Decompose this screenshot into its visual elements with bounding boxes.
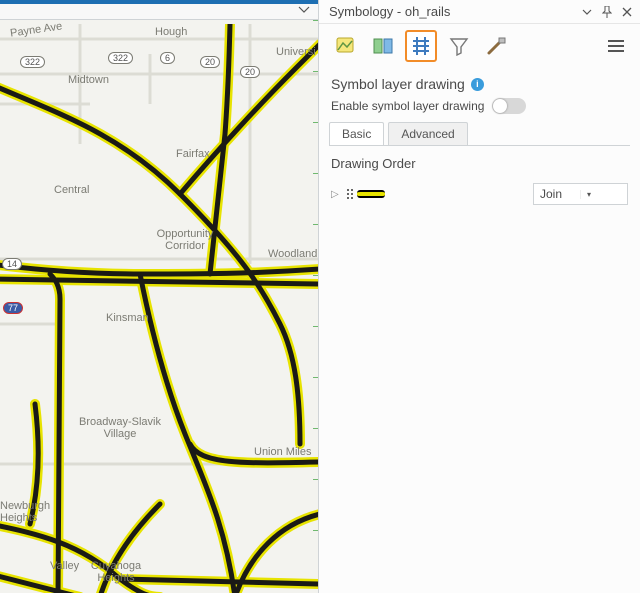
expand-icon[interactable]: ▷ — [331, 189, 339, 200]
drawing-order-title: Drawing Order — [331, 156, 628, 171]
enable-label: Enable symbol layer drawing — [331, 99, 484, 113]
symbol-preview — [357, 190, 385, 198]
close-icon[interactable] — [620, 5, 634, 19]
primary-symbology-button[interactable] — [329, 30, 361, 62]
display-filter-button[interactable] — [443, 30, 475, 62]
chevron-down-icon: ▾ — [580, 190, 627, 199]
advanced-options-button[interactable] — [481, 30, 513, 62]
panel-title: Symbology - oh_rails — [329, 4, 574, 19]
tab-basic[interactable]: Basic — [329, 122, 384, 145]
menu-button[interactable] — [602, 34, 630, 58]
enable-toggle[interactable] — [492, 98, 526, 114]
vary-by-attribute-button[interactable] — [367, 30, 399, 62]
pin-icon[interactable] — [600, 5, 614, 19]
drag-handle-icon[interactable] — [345, 187, 351, 201]
symbology-panel: Symbology - oh_rails Symbol layer drawin… — [318, 0, 640, 593]
chevron-down-icon[interactable] — [580, 5, 594, 19]
map-collapse-bar[interactable] — [0, 0, 318, 20]
tab-strip: Basic Advanced — [319, 122, 640, 145]
symbol-layer-drawing-button[interactable] — [405, 30, 437, 62]
map-canvas — [0, 24, 318, 593]
section-title: Symbol layer drawing — [331, 76, 465, 92]
drawing-order-row: ▷ Join ▾ — [319, 179, 640, 209]
drawing-order-section: Drawing Order — [319, 146, 640, 179]
join-combo-value: Join — [534, 187, 580, 201]
panel-header: Symbology - oh_rails — [319, 0, 640, 24]
chevron-down-icon — [298, 4, 310, 16]
map-view[interactable]: Payne Ave Hough Universi Midtown Fairfax… — [0, 0, 318, 593]
symbology-toolbar — [319, 24, 640, 68]
join-combo[interactable]: Join ▾ — [533, 183, 628, 205]
symbol-layer-drawing-section: Symbol layer drawing i Enable symbol lay… — [319, 68, 640, 122]
tab-advanced[interactable]: Advanced — [388, 122, 467, 145]
help-icon[interactable]: i — [471, 78, 484, 91]
